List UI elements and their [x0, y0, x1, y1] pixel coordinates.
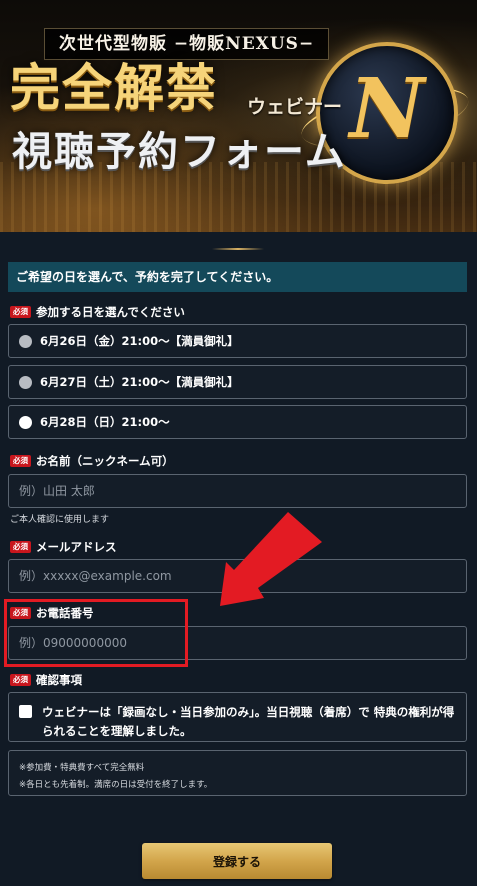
- note-item: ※各日とも先着制。満席の日は受付を終了します。: [19, 780, 213, 790]
- date-option-0627[interactable]: 6月27日（土）21:00〜【満員御礼】: [8, 365, 467, 399]
- name-label-text: お名前（ニックネーム可）: [36, 454, 174, 468]
- register-button[interactable]: 登録する: [142, 843, 332, 879]
- required-badge: 必須: [10, 674, 31, 686]
- red-arrow-icon: [220, 512, 322, 606]
- email-label: 必須 メールアドレス: [10, 539, 117, 555]
- date-section-label: 必須 参加する日を選んでください: [10, 304, 185, 320]
- hero-headline-second: 視聴予約フォーム: [12, 128, 347, 175]
- highlight-rectangle: [4, 599, 188, 667]
- hero-headline-main: 完全解禁: [10, 58, 218, 117]
- instruction-banner: ご希望の日を選んで、予約を完了してください。: [8, 262, 467, 292]
- radio-button[interactable]: [19, 375, 32, 389]
- required-badge: 必須: [10, 541, 31, 553]
- hero-headline-sub: ウェビナー: [247, 96, 343, 118]
- confirm-label-text: 確認事項: [36, 673, 82, 687]
- gold-divider: [212, 248, 264, 250]
- required-badge: 必須: [10, 455, 31, 467]
- notes-box: ※参加費・特典費すべて完全無料 ※各日とも先着制。満席の日は受付を終了します。: [8, 750, 467, 796]
- hero-banner: N 次世代型物販 −物販NEXUS− 完全解禁 ウェビナー 視聴予約フォーム: [0, 0, 477, 232]
- radio-button[interactable]: [19, 415, 32, 429]
- confirm-label: 必須 確認事項: [10, 672, 82, 688]
- date-section-label-text: 参加する日を選んでください: [36, 305, 185, 319]
- date-option-0626[interactable]: 6月26日（金）21:00〜【満員御礼】: [8, 324, 467, 358]
- date-option-label: 6月27日（土）21:00〜【満員御礼】: [40, 375, 239, 389]
- note-item: ※参加費・特典費すべて完全無料: [19, 763, 145, 773]
- date-option-label: 6月26日（金）21:00〜【満員御礼】: [40, 334, 239, 348]
- confirm-checkbox-row[interactable]: ウェビナーは「録画なし・当日参加のみ」。当日視聴（着席）で 特典の権利が得られる…: [8, 692, 467, 742]
- required-badge: 必須: [10, 306, 31, 318]
- name-label: 必須 お名前（ニックネーム可）: [10, 453, 174, 469]
- date-option-0628[interactable]: 6月28日（日）21:00〜: [8, 405, 467, 439]
- name-hint: ご本人確認に使用します: [10, 515, 110, 525]
- email-label-text: メールアドレス: [36, 540, 117, 554]
- date-option-label: 6月28日（日）21:00〜: [40, 415, 170, 429]
- name-input[interactable]: [8, 474, 467, 508]
- confirm-checkbox[interactable]: [19, 705, 32, 718]
- radio-button[interactable]: [19, 334, 32, 348]
- hero-tagline: 次世代型物販 −物販NEXUS−: [44, 28, 330, 60]
- confirm-text: ウェビナーは「録画なし・当日参加のみ」。当日視聴（着席）で 特典の権利が得られる…: [42, 705, 455, 738]
